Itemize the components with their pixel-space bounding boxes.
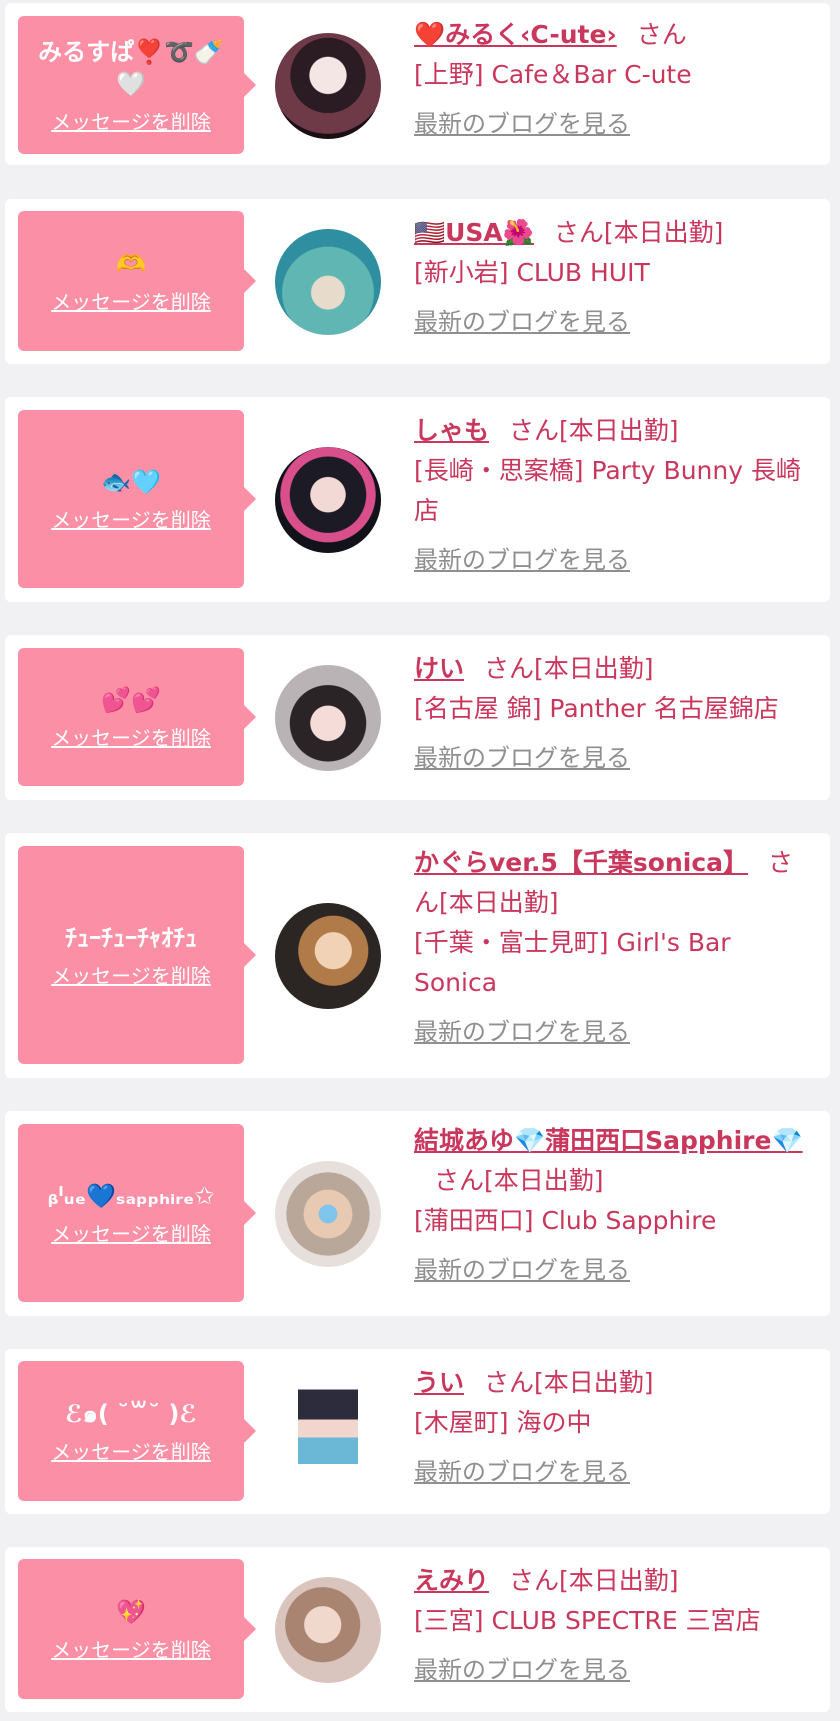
entry-info: しゃも さん[本日出勤] [長崎・思案橋] Party Bunny 長崎店 最新の… bbox=[414, 411, 812, 577]
delete-message-link[interactable]: メッセージを削除 bbox=[51, 722, 211, 751]
delete-message-link[interactable]: メッセージを削除 bbox=[51, 286, 211, 315]
message-bubble: 💖 メッセージを削除 bbox=[18, 1559, 256, 1699]
shop-label: [蒲田西口] Club Sapphire bbox=[414, 1206, 717, 1235]
view-blog-link[interactable]: 最新のブログを見る bbox=[414, 305, 630, 339]
view-blog-link[interactable]: 最新のブログを見る bbox=[414, 741, 630, 775]
message-card: みるすぱ❣️➰🍼🤍 メッセージを削除 ❤️みるく‹C-ute› さん [上野] C… bbox=[5, 3, 830, 165]
delete-message-link[interactable]: メッセージを削除 bbox=[51, 504, 211, 533]
message-text: 💕💕 bbox=[101, 685, 161, 714]
avatar[interactable] bbox=[275, 903, 381, 1009]
message-bubble: ﾁｭｰﾁｭｰﾁｬｵﾁｭ メッセージを削除 bbox=[18, 846, 256, 1064]
entry-info: ❤️みるく‹C-ute› さん [上野] Cafe＆Bar C-ute 最新のブロ… bbox=[414, 15, 812, 141]
entry-info: うい さん[本日出勤] [木屋町] 海の中 最新のブログを見る bbox=[414, 1363, 812, 1489]
message-card: ℰ๑( ˘꒳˘ )ℰ メッセージを削除 うい さん[本日出勤] [木屋町] 海の中… bbox=[5, 1349, 830, 1514]
delete-message-link[interactable]: メッセージを削除 bbox=[51, 1634, 211, 1663]
name-suffix: さん[本日出勤] bbox=[484, 1368, 654, 1397]
message-bubble: 🐟🩵 メッセージを削除 bbox=[18, 410, 256, 588]
message-card: 🫶 メッセージを削除 🇺🇸USA🌺 さん[本日出勤] [新小岩] CLUB HUI… bbox=[5, 199, 830, 364]
shop-label: [三宮] CLUB SPECTRE 三宮店 bbox=[414, 1606, 761, 1635]
message-card: 💕💕 メッセージを削除 けい さん[本日出勤] [名古屋 錦] Panther 名… bbox=[5, 635, 830, 800]
message-card: 💖 メッセージを削除 えみり さん[本日出勤] [三宮] CLUB SPECTRE… bbox=[5, 1547, 830, 1712]
view-blog-link[interactable]: 最新のブログを見る bbox=[414, 1253, 630, 1287]
delete-message-link[interactable]: メッセージを削除 bbox=[51, 960, 211, 989]
message-text: 🐟🩵 bbox=[101, 467, 161, 496]
message-bubble: 🫶 メッセージを削除 bbox=[18, 211, 256, 351]
cast-name-link[interactable]: ❤️みるく‹C-ute› bbox=[414, 20, 617, 49]
message-card: ﾁｭｰﾁｭｰﾁｬｵﾁｭ メッセージを削除 かぐらver.5【千葉sonica】さ… bbox=[5, 833, 830, 1078]
avatar[interactable] bbox=[275, 665, 381, 771]
message-card: ᵦˡᵤₑ💙ₛₐₚₚₕᵢᵣₑ✩ メッセージを削除 結城あゆ💎蒲田西口Sapphir… bbox=[5, 1111, 830, 1316]
view-blog-link[interactable]: 最新のブログを見る bbox=[414, 1653, 630, 1687]
cast-name-link[interactable]: けい bbox=[414, 654, 464, 683]
view-blog-link[interactable]: 最新のブログを見る bbox=[414, 543, 630, 577]
name-suffix: さん[本日出勤] bbox=[434, 1166, 604, 1195]
name-suffix: さん[本日出勤] bbox=[553, 218, 724, 247]
cast-name-link[interactable]: えみり bbox=[414, 1566, 489, 1595]
message-text: ﾁｭｰﾁｭｰﾁｬｵﾁｭ bbox=[65, 923, 197, 952]
cast-name-link[interactable]: かぐらver.5【千葉sonica】 bbox=[414, 848, 748, 877]
shop-label: [長崎・思案橋] Party Bunny 長崎店 bbox=[414, 456, 801, 525]
avatar[interactable] bbox=[298, 1379, 358, 1485]
cast-name-link[interactable]: 🇺🇸USA🌺 bbox=[414, 218, 534, 247]
cast-name-link[interactable]: うい bbox=[414, 1368, 464, 1397]
shop-label: [千葉・富士見町] Girl's Bar Sonica bbox=[414, 928, 731, 997]
name-suffix: さん[本日出勤] bbox=[509, 1566, 679, 1595]
message-text: ℰ๑( ˘꒳˘ )ℰ bbox=[65, 1399, 197, 1428]
message-bubble: 💕💕 メッセージを削除 bbox=[18, 648, 256, 786]
shop-label: [新小岩] CLUB HUIT bbox=[414, 258, 650, 287]
cast-name-link[interactable]: しゃも bbox=[414, 416, 489, 445]
name-suffix: さん[本日出勤] bbox=[484, 654, 654, 683]
avatar[interactable] bbox=[275, 33, 381, 139]
shop-label: [上野] Cafe＆Bar C-ute bbox=[414, 60, 692, 89]
message-bubble: ℰ๑( ˘꒳˘ )ℰ メッセージを削除 bbox=[18, 1361, 256, 1501]
message-bubble: みるすぱ❣️➰🍼🤍 メッセージを削除 bbox=[18, 16, 256, 154]
delete-message-link[interactable]: メッセージを削除 bbox=[51, 1436, 211, 1465]
avatar[interactable] bbox=[275, 1161, 381, 1267]
avatar[interactable] bbox=[275, 229, 381, 335]
message-text: ᵦˡᵤₑ💙ₛₐₚₚₕᵢᵣₑ✩ bbox=[47, 1181, 215, 1210]
message-card: 🐟🩵 メッセージを削除 しゃも さん[本日出勤] [長崎・思案橋] Party B… bbox=[5, 397, 830, 602]
message-text: 💖 bbox=[116, 1597, 146, 1626]
entry-info: けい さん[本日出勤] [名古屋 錦] Panther 名古屋錦店 最新のブログを… bbox=[414, 649, 812, 775]
message-text: 🫶 bbox=[116, 249, 146, 278]
message-text: みるすぱ❣️➰🍼🤍 bbox=[38, 37, 224, 98]
avatar[interactable] bbox=[275, 1577, 381, 1683]
view-blog-link[interactable]: 最新のブログを見る bbox=[414, 1015, 630, 1049]
entry-info: 結城あゆ💎蒲田西口Sapphire💎 さん[本日出勤] [蒲田西口] Club S… bbox=[414, 1121, 812, 1287]
delete-message-link[interactable]: メッセージを削除 bbox=[51, 1218, 211, 1247]
avatar[interactable] bbox=[275, 447, 381, 553]
entry-info: 🇺🇸USA🌺 さん[本日出勤] [新小岩] CLUB HUIT 最新のブログを見る bbox=[414, 213, 812, 339]
message-bubble: ᵦˡᵤₑ💙ₛₐₚₚₕᵢᵣₑ✩ メッセージを削除 bbox=[18, 1124, 256, 1302]
entry-info: えみり さん[本日出勤] [三宮] CLUB SPECTRE 三宮店 最新のブログ… bbox=[414, 1561, 812, 1687]
view-blog-link[interactable]: 最新のブログを見る bbox=[414, 107, 630, 141]
name-suffix: さん bbox=[636, 20, 687, 49]
entry-info: かぐらver.5【千葉sonica】 さん[本日出勤] [千葉・富士見町] Gir… bbox=[414, 843, 812, 1049]
shop-label: [木屋町] 海の中 bbox=[414, 1408, 592, 1437]
view-blog-link[interactable]: 最新のブログを見る bbox=[414, 1455, 630, 1489]
shop-label: [名古屋 錦] Panther 名古屋錦店 bbox=[414, 694, 779, 723]
cast-name-link[interactable]: 結城あゆ💎蒲田西口Sapphire💎 bbox=[414, 1126, 803, 1155]
message-list: みるすぱ❣️➰🍼🤍 メッセージを削除 ❤️みるく‹C-ute› さん [上野] C… bbox=[0, 0, 840, 1721]
delete-message-link[interactable]: メッセージを削除 bbox=[51, 106, 211, 135]
name-suffix: さん[本日出勤] bbox=[509, 416, 679, 445]
